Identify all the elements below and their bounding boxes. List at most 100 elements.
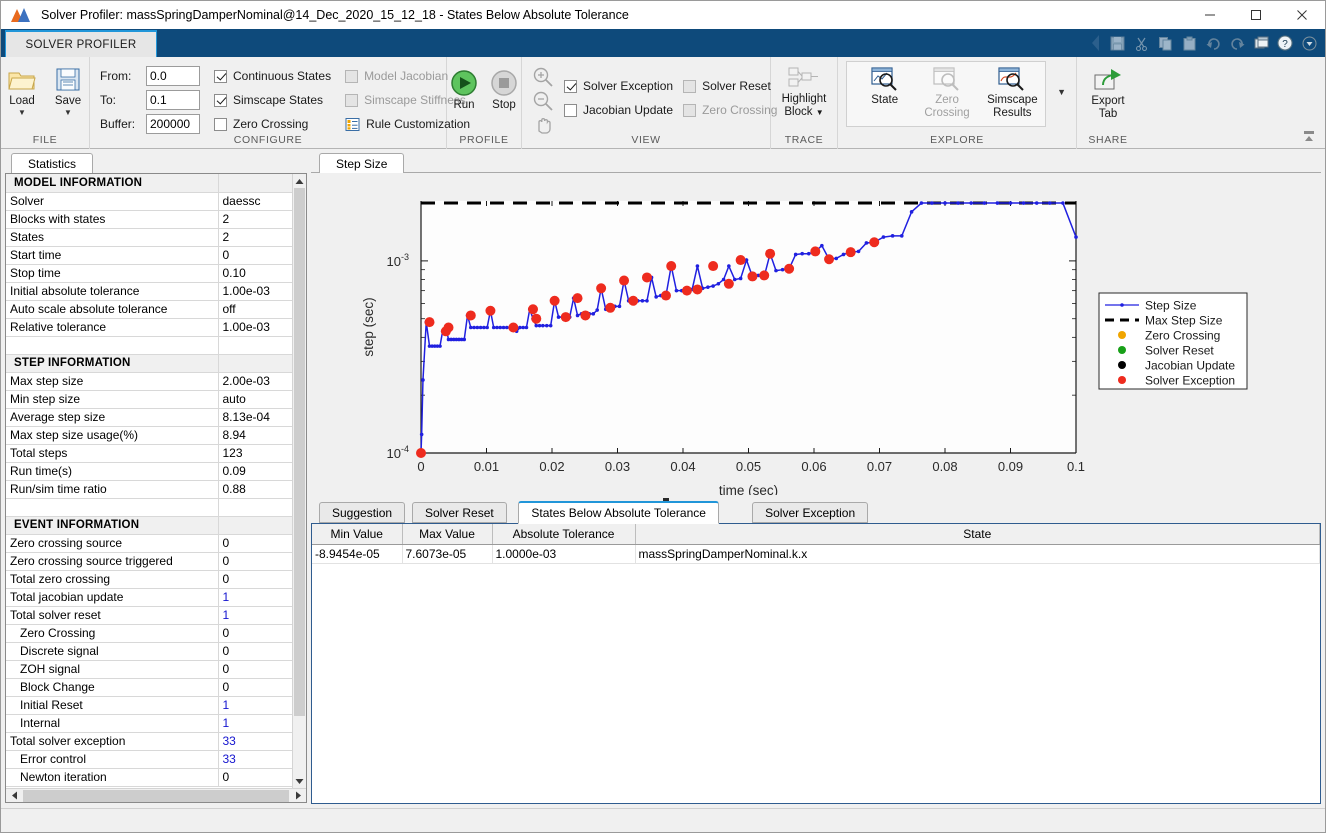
explore-overflow-chevron-down-icon[interactable]: ▼ [1057, 87, 1066, 97]
stop-button[interactable]: Stop [487, 69, 521, 112]
from-input[interactable] [146, 66, 200, 86]
checkbox-box[interactable] [214, 118, 227, 131]
legend-label: Step Size [1145, 299, 1197, 313]
redo-icon[interactable] [1225, 30, 1249, 56]
checkbox-box[interactable] [564, 80, 577, 93]
step-size-point [502, 326, 506, 330]
undo-icon[interactable] [1201, 30, 1225, 56]
close-icon[interactable] [1279, 1, 1325, 29]
statistics-value: 0 [218, 678, 292, 696]
step-size-point [541, 324, 545, 328]
zoom-out-icon[interactable] [532, 90, 554, 112]
highlight-block-button[interactable]: Highlight Block ▼ [772, 65, 836, 119]
statistics-row: ZOH signal0 [6, 660, 292, 678]
chevron-up-icon[interactable] [293, 174, 306, 188]
ribbon-group-share: Export Tab SHARE [1077, 57, 1139, 149]
statistics-key: Auto scale absolute tolerance [6, 300, 218, 318]
statistics-value: 0.10 [218, 264, 292, 282]
pan-hand-icon[interactable] [532, 114, 554, 136]
checkbox-box[interactable] [345, 94, 358, 107]
load-button[interactable]: Load ▼ [1, 67, 43, 117]
layout-icon[interactable] [1249, 30, 1273, 56]
chevron-down-icon[interactable] [1297, 30, 1321, 56]
checkbox-simscape-states[interactable]: Simscape States [214, 89, 331, 111]
copy-icon[interactable] [1153, 30, 1177, 56]
step-size-point [781, 268, 785, 272]
to-input[interactable] [146, 90, 200, 110]
checkbox-box[interactable] [683, 80, 696, 93]
export-tab-button[interactable]: Export Tab [1082, 67, 1134, 121]
chart-panel: Step Size 00.010.020.030.040.050.060.070… [311, 151, 1321, 496]
chevron-down-icon[interactable]: ▼ [816, 108, 824, 117]
step-size-point [1009, 201, 1013, 205]
checkbox-solver-reset[interactable]: Solver Reset [683, 75, 777, 97]
tab-statistics[interactable]: Statistics [11, 153, 93, 173]
configure-fields: From: To: Buffer: [100, 65, 200, 137]
statistics-key: Blocks with states [6, 210, 218, 228]
chevron-down-icon[interactable] [293, 774, 306, 788]
checkbox-box[interactable] [345, 70, 358, 83]
minimize-icon[interactable] [1187, 1, 1233, 29]
statistics-vertical-scrollbar[interactable] [292, 174, 306, 788]
state-button[interactable]: State [855, 66, 914, 107]
statistics-key: Total solver exception [6, 732, 218, 750]
tab-solver-profiler[interactable]: SOLVER PROFILER [5, 30, 157, 57]
statistics-value: 2.00e-03 [218, 372, 292, 390]
zero-crossing-button[interactable]: Zero Crossing [916, 66, 977, 120]
statistics-horizontal-scrollbar[interactable] [6, 788, 306, 802]
chevron-down-icon[interactable]: ▼ [64, 109, 72, 117]
checkbox-jacobian-update[interactable]: Jacobian Update [564, 99, 673, 121]
maximize-icon[interactable] [1233, 1, 1279, 29]
simscape-results-button[interactable]: Simscape Results [980, 66, 1045, 120]
minimize-ribbon-icon[interactable] [1297, 128, 1321, 146]
tab-solver-reset[interactable]: Solver Reset [412, 502, 507, 523]
table-column-header[interactable]: Min Value [312, 524, 402, 544]
zoom-in-icon[interactable] [532, 66, 554, 88]
x-tick-label: 0.08 [932, 459, 957, 474]
help-icon[interactable]: ? [1273, 30, 1297, 56]
statistics-value: 1 [218, 714, 292, 732]
save-icon[interactable] [1105, 30, 1129, 56]
step-size-point [525, 326, 529, 330]
chevron-left-icon[interactable] [6, 789, 22, 803]
tab-solver-exception[interactable]: Solver Exception [752, 502, 868, 523]
checkbox-solver-exception[interactable]: Solver Exception [564, 75, 673, 97]
x-tick-label: 0.1 [1067, 459, 1085, 474]
paste-icon[interactable] [1177, 30, 1201, 56]
chevron-down-icon[interactable]: ▼ [18, 109, 26, 117]
chevron-right-icon[interactable] [290, 789, 306, 803]
run-button[interactable]: Run [447, 69, 481, 112]
step-size-point [834, 257, 838, 261]
checkbox-zero-crossing-view[interactable]: Zero Crossing [683, 99, 777, 121]
tab-step-size[interactable]: Step Size [319, 153, 404, 174]
save-button[interactable]: Save ▼ [47, 67, 89, 117]
statistics-row: Average step size8.13e-04 [6, 408, 292, 426]
statistics-row: Blocks with states2 [6, 210, 292, 228]
scrollbar-thumb[interactable] [294, 188, 305, 716]
cut-icon[interactable] [1129, 30, 1153, 56]
step-size-point [930, 201, 934, 205]
buffer-input[interactable] [146, 114, 200, 134]
step-size-point [1022, 201, 1026, 205]
table-row[interactable]: -8.9454e-057.6073e-051.0000e-03massSprin… [312, 544, 1320, 563]
checkbox-continuous-states[interactable]: Continuous States [214, 65, 331, 87]
step-size-plot[interactable]: 00.010.020.030.040.050.060.070.080.090.1… [311, 173, 1321, 496]
checkbox-box[interactable] [214, 94, 227, 107]
table-column-header[interactable]: State [635, 524, 1320, 544]
chart-tab-row: Step Size [311, 151, 1321, 173]
checkbox-box[interactable] [683, 104, 696, 117]
checkbox-box[interactable] [564, 104, 577, 117]
tab-suggestion[interactable]: Suggestion [319, 502, 405, 523]
table-column-header[interactable]: Max Value [402, 524, 492, 544]
legend-label: Zero Crossing [1145, 329, 1220, 343]
checkbox-zero-crossing[interactable]: Zero Crossing [214, 113, 331, 135]
statistics-key: Zero crossing source triggered [6, 552, 218, 570]
step-size-point [1061, 201, 1065, 205]
checkbox-box[interactable] [214, 70, 227, 83]
table-column-header[interactable]: Absolute Tolerance [492, 524, 635, 544]
statistics-key: Initial absolute tolerance [6, 282, 218, 300]
solver-exception-marker [708, 261, 718, 271]
tab-states-below-absolute-tolerance[interactable]: States Below Absolute Tolerance [518, 501, 719, 524]
scrollbar-thumb[interactable] [23, 790, 289, 802]
view-zoom-tools [532, 63, 554, 136]
